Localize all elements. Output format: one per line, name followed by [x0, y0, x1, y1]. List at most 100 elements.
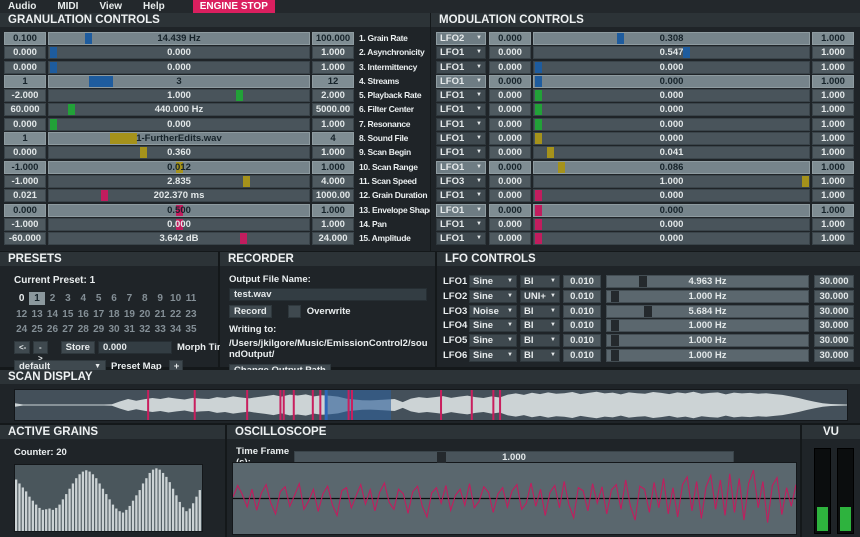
lfo-phase-box[interactable]: 0.010 — [563, 275, 601, 288]
param-slider[interactable]: 1-FurtherEdits.wav — [48, 132, 310, 146]
lfo-shape-dropdown[interactable]: Sine ▼ — [469, 348, 517, 362]
preset-number-17[interactable]: 17 — [91, 308, 106, 321]
preset-number-31[interactable]: 31 — [122, 323, 137, 336]
mod-depth-box[interactable]: 0.000 — [489, 74, 531, 88]
preset-number-0[interactable]: 0 — [14, 292, 29, 305]
lfo-source-dropdown[interactable]: LFO1 ▼ — [436, 89, 486, 103]
preset-number-9[interactable]: 9 — [153, 292, 168, 305]
mod-depth-box[interactable]: 0.000 — [489, 189, 531, 203]
min-value-box[interactable]: 60.000 — [4, 103, 46, 117]
lfo-freq-slider[interactable]: 1.000 Hz — [606, 289, 809, 303]
lfo-shape-dropdown[interactable]: Sine ▼ — [469, 275, 517, 288]
lfo-source-dropdown[interactable]: LFO2 ▼ — [436, 32, 486, 45]
record-button[interactable]: Record — [229, 305, 272, 318]
max-value-box[interactable]: 24.000 — [312, 232, 354, 246]
mod-slider[interactable]: 0.000 — [533, 89, 810, 103]
mod-slider[interactable]: 0.086 — [533, 160, 810, 174]
preset-number-27[interactable]: 27 — [60, 323, 75, 336]
preset-next-button[interactable]: -> — [33, 340, 48, 363]
preset-number-34[interactable]: 34 — [168, 323, 183, 336]
preset-prev-button[interactable]: <- — [14, 340, 30, 354]
max-value-box[interactable]: 1.000 — [812, 132, 854, 146]
preset-number-16[interactable]: 16 — [76, 308, 91, 321]
param-slider[interactable]: 0.000 — [48, 217, 310, 231]
min-value-box[interactable]: 0.100 — [4, 32, 46, 45]
preset-number-2[interactable]: 2 — [45, 292, 60, 305]
max-value-box[interactable]: 100.000 — [312, 32, 354, 45]
max-value-box[interactable]: 1.000 — [812, 189, 854, 203]
param-slider[interactable]: 0.360 — [48, 146, 310, 160]
min-value-box[interactable]: -1.000 — [4, 174, 46, 188]
max-value-box[interactable]: 1.000 — [812, 232, 854, 246]
param-slider[interactable]: 0.500 — [48, 203, 310, 217]
min-value-box[interactable]: 0.000 — [4, 46, 46, 60]
preset-number-24[interactable]: 24 — [14, 323, 29, 336]
lfo-source-dropdown[interactable]: LFO1 ▼ — [436, 232, 486, 246]
param-slider[interactable]: 3.642 dB — [48, 232, 310, 246]
mod-depth-box[interactable]: 0.000 — [489, 89, 531, 103]
preset-number-6[interactable]: 6 — [106, 292, 121, 305]
param-slider[interactable]: 0.000 — [48, 117, 310, 131]
param-slider[interactable]: 14.439 Hz — [48, 32, 310, 45]
preset-number-19[interactable]: 19 — [122, 308, 137, 321]
max-value-box[interactable]: 1.000 — [812, 74, 854, 88]
lfo-phase-box[interactable]: 0.010 — [563, 319, 601, 333]
min-value-box[interactable]: 1 — [4, 74, 46, 88]
max-value-box[interactable]: 1.000 — [812, 46, 854, 60]
menu-item-help[interactable]: Help — [143, 0, 165, 13]
min-value-box[interactable]: -60.000 — [4, 232, 46, 246]
min-value-box[interactable]: 0.000 — [4, 203, 46, 217]
preset-number-7[interactable]: 7 — [122, 292, 137, 305]
lfo-phase-box[interactable]: 0.010 — [563, 348, 601, 362]
max-value-box[interactable]: 1.000 — [312, 117, 354, 131]
morph-time-input[interactable] — [97, 340, 172, 354]
lfo-phase-box[interactable]: 0.010 — [563, 304, 601, 318]
lfo-source-dropdown[interactable]: LFO1 ▼ — [436, 217, 486, 231]
max-value-box[interactable]: 30.000 — [814, 289, 854, 303]
time-frame-slider[interactable]: 1.000 — [294, 450, 734, 464]
mod-depth-box[interactable]: 0.000 — [489, 60, 531, 74]
preset-number-13[interactable]: 13 — [29, 308, 44, 321]
min-value-box[interactable]: -1.000 — [4, 160, 46, 174]
mod-depth-box[interactable]: 0.000 — [489, 174, 531, 188]
preset-number-28[interactable]: 28 — [76, 323, 91, 336]
lfo-freq-slider[interactable]: 5.684 Hz — [606, 304, 809, 318]
mod-slider[interactable]: 0.041 — [533, 146, 810, 160]
lfo-source-dropdown[interactable]: LFO3 ▼ — [436, 174, 486, 188]
preset-number-18[interactable]: 18 — [106, 308, 121, 321]
preset-number-35[interactable]: 35 — [183, 323, 198, 336]
max-value-box[interactable]: 30.000 — [814, 304, 854, 318]
mod-slider[interactable]: 0.000 — [533, 203, 810, 217]
lfo-source-dropdown[interactable]: LFO1 ▼ — [436, 46, 486, 60]
mod-slider[interactable]: 0.000 — [533, 103, 810, 117]
preset-number-30[interactable]: 30 — [106, 323, 121, 336]
mod-depth-box[interactable]: 0.000 — [489, 160, 531, 174]
lfo-source-dropdown[interactable]: LFO1 ▼ — [436, 60, 486, 74]
menu-item-midi[interactable]: MIDI — [57, 0, 78, 13]
mod-slider[interactable]: 0.547 — [533, 46, 810, 60]
lfo-shape-dropdown[interactable]: Sine ▼ — [469, 319, 517, 333]
mod-depth-box[interactable]: 0.000 — [489, 132, 531, 146]
max-value-box[interactable]: 30.000 — [814, 334, 854, 348]
max-value-box[interactable]: 30.000 — [814, 275, 854, 288]
mod-depth-box[interactable]: 0.000 — [489, 103, 531, 117]
lfo-shape-dropdown[interactable]: Sine ▼ — [469, 334, 517, 348]
preset-number-10[interactable]: 10 — [168, 292, 183, 305]
min-value-box[interactable]: 0.000 — [4, 146, 46, 160]
menu-item-view[interactable]: View — [99, 0, 122, 13]
param-slider[interactable]: 0.012 — [48, 160, 310, 174]
param-slider[interactable]: 0.000 — [48, 60, 310, 74]
lfo-freq-slider[interactable]: 4.963 Hz — [606, 275, 809, 288]
mod-slider[interactable]: 0.000 — [533, 189, 810, 203]
lfo-freq-slider[interactable]: 1.000 Hz — [606, 348, 809, 362]
max-value-box[interactable]: 30.000 — [814, 319, 854, 333]
max-value-box[interactable]: 1000.00 — [312, 189, 354, 203]
min-value-box[interactable]: 1 — [4, 132, 46, 146]
lfo-source-dropdown[interactable]: LFO1 ▼ — [436, 132, 486, 146]
min-value-box[interactable]: -1.000 — [4, 217, 46, 231]
preset-number-5[interactable]: 5 — [91, 292, 106, 305]
max-value-box[interactable]: 1.000 — [812, 146, 854, 160]
lfo-shape-dropdown[interactable]: Sine ▼ — [469, 289, 517, 303]
lfo-polarity-dropdown[interactable]: BI ▼ — [520, 348, 560, 362]
preset-number-32[interactable]: 32 — [137, 323, 152, 336]
